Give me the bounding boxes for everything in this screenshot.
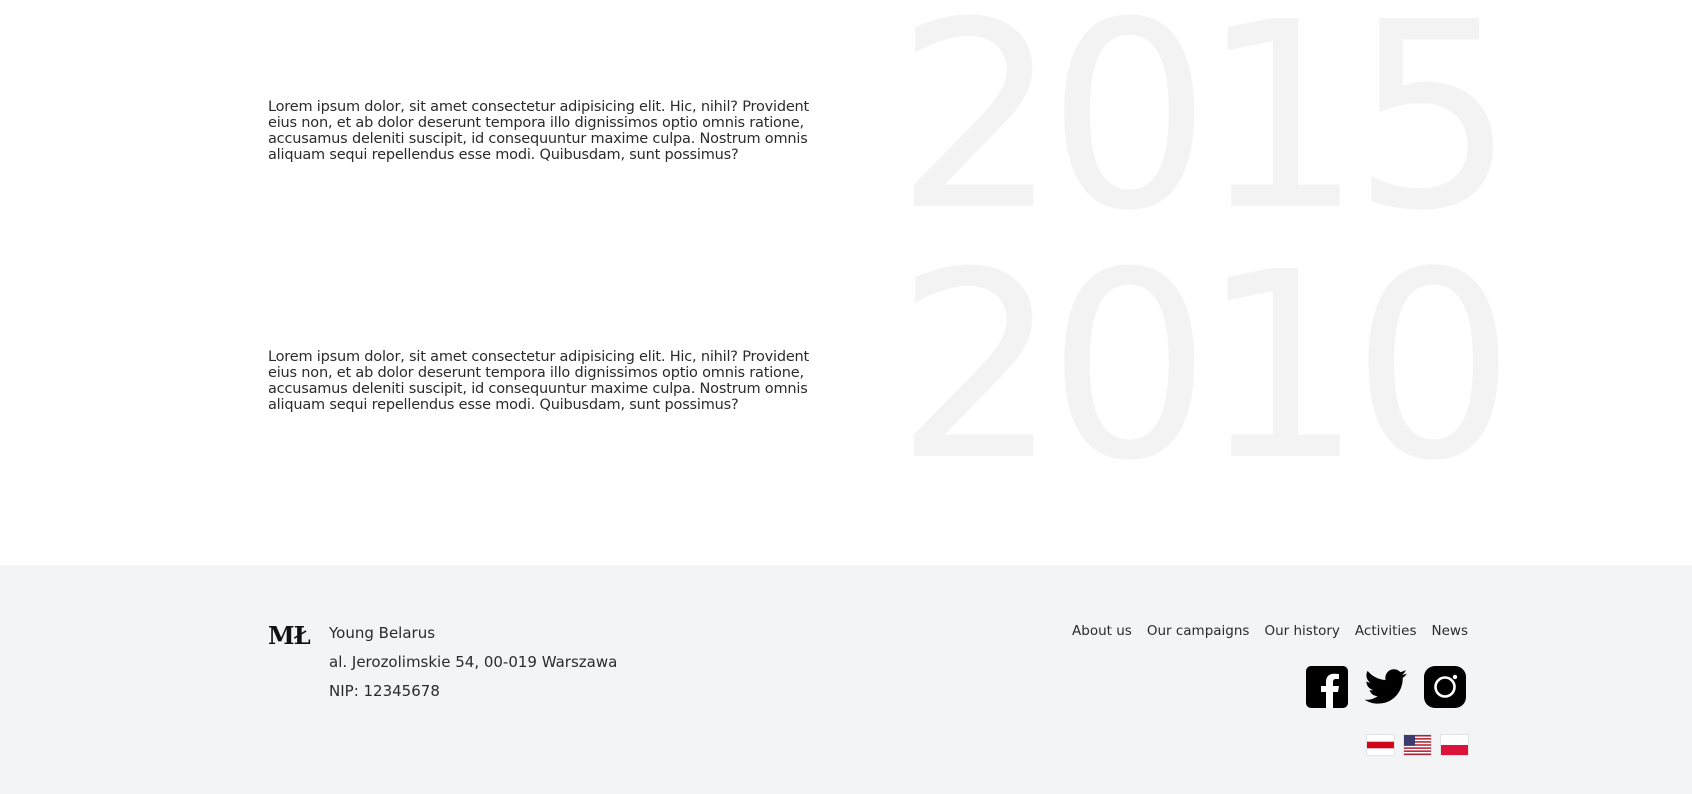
instagram-icon[interactable] (1423, 665, 1467, 709)
address-line: al. Jerozolimskie 54, 00-019 Warszawa (329, 653, 618, 671)
history-text: Lorem ipsum dolor, sit amet consectetur … (268, 99, 810, 163)
footer-nav: About us Our campaigns Our history Activ… (1072, 623, 1468, 639)
page: 2015 Lorem ipsum dolor, sit amet consect… (0, 0, 1692, 794)
facebook-icon[interactable] (1305, 665, 1349, 709)
usa-flag[interactable] (1404, 735, 1431, 755)
belarus-flag[interactable] (1367, 735, 1394, 755)
nav-link-our-campaigns[interactable]: Our campaigns (1147, 623, 1250, 639)
twitter-icon[interactable] (1361, 665, 1411, 709)
nav-link-activities[interactable]: Activities (1355, 623, 1417, 639)
contact-info: Young Belarus al. Jerozolimskie 54, 00-0… (329, 623, 617, 710)
nav-link-our-history[interactable]: Our history (1264, 623, 1339, 639)
language-switcher (1367, 735, 1468, 755)
nip-number: NIP: 12345678 (329, 682, 440, 700)
history-text: Lorem ipsum dolor, sit amet consectetur … (268, 349, 810, 413)
logo[interactable]: MŁ (268, 621, 311, 650)
nav-link-news[interactable]: News (1432, 623, 1468, 639)
history-entry: 2015 Lorem ipsum dolor, sit amet consect… (0, 0, 1692, 250)
history-year: 2015 (895, 0, 1516, 267)
nav-link-about-us[interactable]: About us (1072, 623, 1132, 639)
history-entry: 2010 Lorem ipsum dolor, sit amet consect… (0, 238, 1692, 500)
history-section: 2015 Lorem ipsum dolor, sit amet consect… (0, 0, 1692, 565)
history-year: 2010 (895, 217, 1516, 517)
footer: MŁ Young Belarus al. Jerozolimskie 54, 0… (0, 565, 1692, 794)
social-links (1305, 665, 1467, 709)
org-name: Young Belarus (329, 624, 436, 642)
poland-flag[interactable] (1441, 735, 1468, 755)
